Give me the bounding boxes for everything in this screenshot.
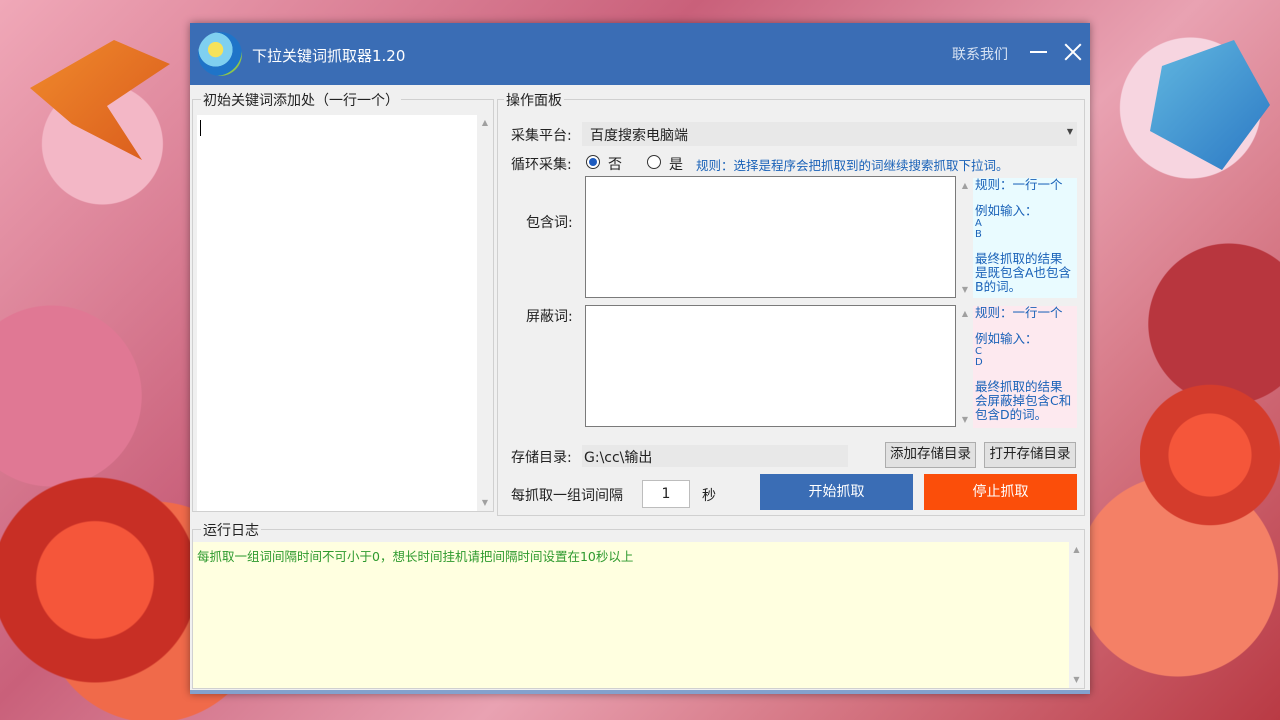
storage-label: 存储目录: bbox=[511, 450, 572, 466]
exclude-hint-example: 例如输入： bbox=[975, 331, 1038, 346]
app-title: 下拉关键词抓取器1.20 bbox=[252, 47, 406, 65]
platform-select[interactable]: 百度搜索电脑端 ▼ bbox=[582, 122, 1077, 146]
contact-us-link[interactable]: 联系我们 bbox=[952, 44, 1008, 64]
app-logo-icon bbox=[198, 32, 242, 76]
include-hint-item: A bbox=[975, 218, 982, 229]
background-crane-decoration-right bbox=[1150, 40, 1270, 170]
background-pinwheel-decoration bbox=[0, 470, 190, 690]
loop-radio-no[interactable] bbox=[586, 155, 600, 169]
include-scrollbar[interactable]: ▲ ▼ bbox=[958, 178, 972, 298]
include-label: 包含词: bbox=[526, 215, 573, 231]
run-log-area[interactable]: 每抓取一组词间隔时间不可小于0，想长时间挂机请把间隔时间设置在10秒以上 bbox=[193, 542, 1069, 688]
include-hint-example: 例如输入： bbox=[975, 203, 1038, 218]
include-hint-rule: 规则：一行一个 bbox=[975, 177, 1063, 192]
exclude-scrollbar[interactable]: ▲ ▼ bbox=[958, 306, 972, 428]
start-capture-button[interactable]: 开始抓取 bbox=[760, 474, 913, 510]
stop-capture-button[interactable]: 停止抓取 bbox=[924, 474, 1077, 510]
exclude-words-textarea[interactable] bbox=[585, 305, 956, 427]
exclude-hint-rule: 规则：一行一个 bbox=[975, 305, 1063, 320]
keywords-group-title: 初始关键词添加处（一行一个） bbox=[201, 90, 401, 110]
operation-panel: 操作面板 采集平台: 百度搜索电脑端 ▼ 循环采集: 否 是 规则：选择是程序会… bbox=[497, 90, 1085, 516]
exclude-hint-item: C bbox=[975, 346, 982, 357]
run-log-group: 运行日志 每抓取一组词间隔时间不可小于0，想长时间挂机请把间隔时间设置在10秒以… bbox=[192, 520, 1085, 689]
platform-label: 采集平台: bbox=[511, 128, 572, 144]
arrow-down-icon[interactable]: ▼ bbox=[958, 412, 972, 428]
exclude-hint-result: 会屏蔽掉包含C和 bbox=[975, 393, 1072, 408]
include-hint: 规则：一行一个 例如输入： A B 最终抓取的结果 是既包含A也包含 B的词。 bbox=[973, 178, 1077, 298]
background-crane-decoration bbox=[30, 40, 170, 160]
keywords-scrollbar[interactable]: ▲ ▼ bbox=[477, 115, 493, 511]
background-pinwheel-decoration-right bbox=[1140, 380, 1280, 530]
platform-selected-value: 百度搜索电脑端 bbox=[590, 128, 688, 144]
include-hint-result: B的词。 bbox=[975, 279, 1022, 294]
log-line: 每抓取一组词间隔时间不可小于0，想长时间挂机请把间隔时间设置在10秒以上 bbox=[197, 549, 634, 564]
loop-option-yes-label: 是 bbox=[669, 157, 683, 173]
arrow-down-icon[interactable]: ▼ bbox=[1069, 672, 1084, 688]
arrow-up-icon[interactable]: ▲ bbox=[958, 178, 972, 194]
log-scrollbar[interactable]: ▲ ▼ bbox=[1069, 542, 1084, 688]
loop-option-no-label: 否 bbox=[608, 157, 622, 173]
add-storage-dir-button[interactable]: 添加存储目录 bbox=[885, 442, 976, 468]
arrow-down-icon[interactable]: ▼ bbox=[958, 282, 972, 298]
loop-label: 循环采集: bbox=[511, 157, 572, 173]
arrow-up-icon[interactable]: ▲ bbox=[958, 306, 972, 322]
window-bottom-border bbox=[190, 690, 1090, 694]
include-hint-result: 最终抓取的结果 bbox=[975, 251, 1063, 266]
interval-unit: 秒 bbox=[702, 488, 716, 504]
exclude-hint-item: D bbox=[975, 357, 983, 368]
storage-path-value: G:\cc\输出 bbox=[584, 450, 653, 466]
arrow-up-icon[interactable]: ▲ bbox=[1069, 542, 1084, 558]
close-icon[interactable] bbox=[1060, 39, 1086, 67]
exclude-hint: 规则：一行一个 例如输入： C D 最终抓取的结果 会屏蔽掉包含C和 包含D的词… bbox=[973, 306, 1077, 428]
keywords-textarea[interactable] bbox=[197, 115, 479, 511]
minimize-icon[interactable] bbox=[1026, 39, 1050, 67]
include-words-textarea[interactable] bbox=[585, 176, 956, 298]
titlebar[interactable]: 下拉关键词抓取器1.20 联系我们 bbox=[190, 23, 1090, 85]
arrow-down-icon[interactable]: ▼ bbox=[477, 495, 493, 511]
include-hint-item: B bbox=[975, 229, 982, 240]
interval-input[interactable]: 1 bbox=[642, 480, 690, 508]
storage-path-field[interactable]: G:\cc\输出 bbox=[582, 445, 848, 467]
keywords-group: 初始关键词添加处（一行一个） ▲ ▼ bbox=[192, 90, 494, 512]
exclude-label: 屏蔽词: bbox=[526, 309, 573, 325]
open-storage-dir-button[interactable]: 打开存储目录 bbox=[984, 442, 1076, 468]
include-hint-result: 是既包含A也包含 bbox=[975, 265, 1072, 280]
interval-label: 每抓取一组词间隔 bbox=[511, 488, 623, 504]
run-log-title: 运行日志 bbox=[201, 520, 261, 540]
chevron-down-icon[interactable]: ▼ bbox=[1067, 127, 1073, 136]
operation-panel-title: 操作面板 bbox=[504, 90, 564, 110]
arrow-up-icon[interactable]: ▲ bbox=[477, 115, 493, 131]
text-caret bbox=[200, 120, 201, 136]
exclude-hint-result: 包含D的词。 bbox=[975, 407, 1048, 422]
loop-radio-yes[interactable] bbox=[647, 155, 661, 169]
exclude-hint-result: 最终抓取的结果 bbox=[975, 379, 1063, 394]
app-window: 下拉关键词抓取器1.20 联系我们 初始关键词添加处（一行一个） ▲ ▼ 操作面… bbox=[190, 23, 1090, 694]
loop-rule-text: 规则：选择是程序会把抓取到的词继续搜索抓取下拉词。 bbox=[696, 158, 1009, 173]
